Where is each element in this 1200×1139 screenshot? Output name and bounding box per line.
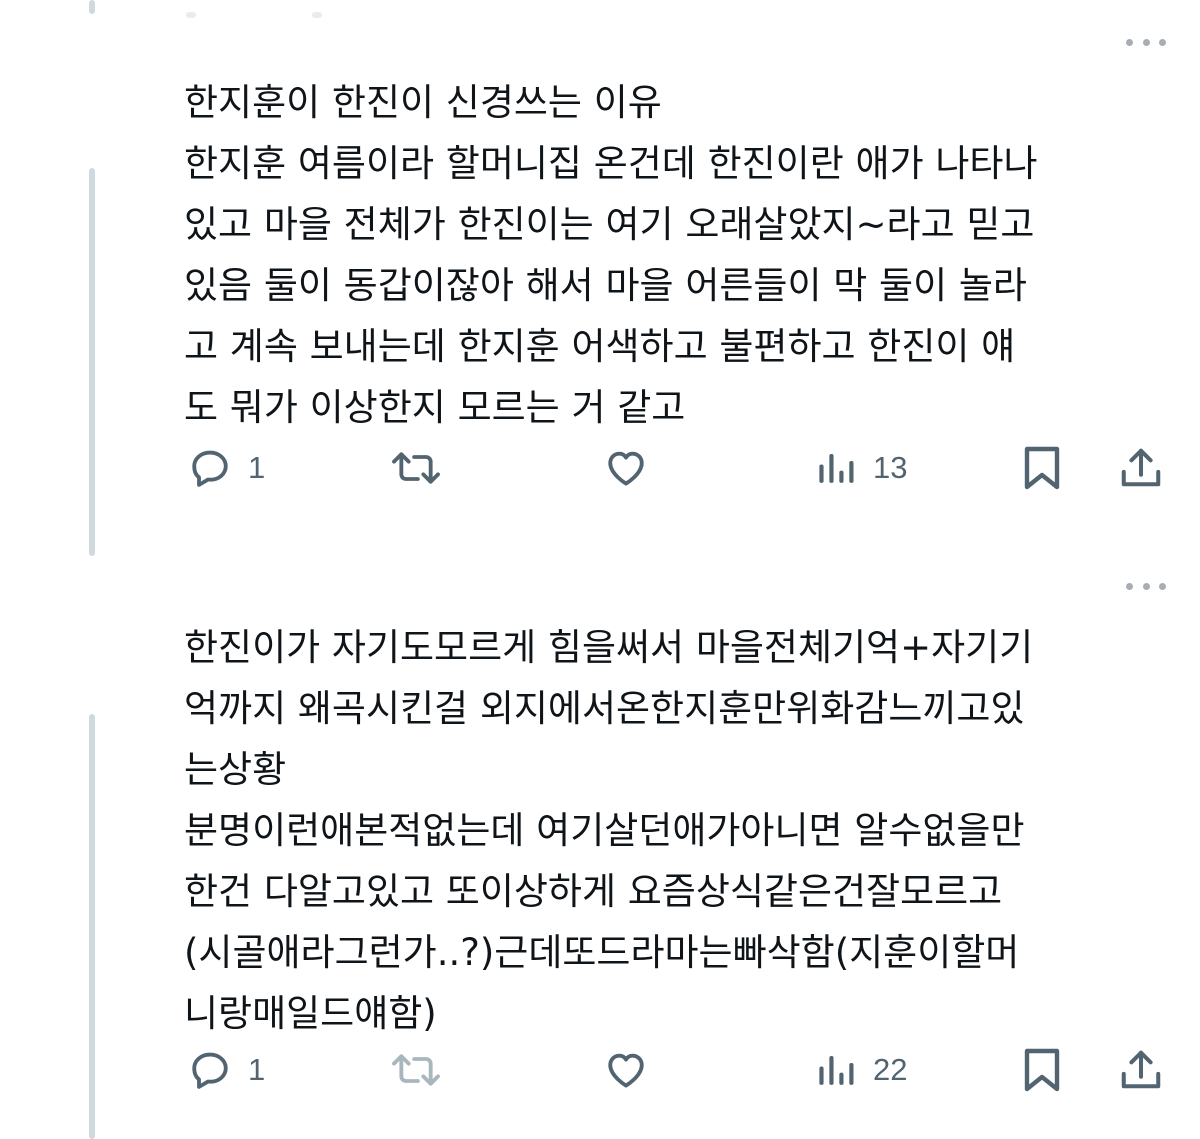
- retweet-icon: [392, 452, 440, 484]
- more-icon-dot: [1159, 582, 1166, 590]
- views-button[interactable]: 22: [815, 1040, 907, 1100]
- share-icon: [1121, 1050, 1161, 1089]
- bookmark-button[interactable]: [1022, 438, 1062, 498]
- reply-count: 1: [248, 1052, 266, 1087]
- bookmark-button[interactable]: [1022, 1040, 1062, 1100]
- like-button[interactable]: [603, 1040, 665, 1100]
- like-button[interactable]: [603, 438, 665, 498]
- more-icon-dot: [1142, 582, 1150, 590]
- more-icon: [1126, 582, 1133, 590]
- faint-mark: [312, 12, 322, 18]
- view-count: 13: [873, 450, 908, 485]
- share-button[interactable]: [1118, 1040, 1164, 1100]
- view-count: 22: [873, 1052, 908, 1087]
- views-icon: [819, 1056, 854, 1085]
- more-icon-dot: [1159, 38, 1166, 46]
- more-icon-dot: [1142, 38, 1150, 46]
- reply-count: 1: [248, 450, 266, 485]
- more-options-button[interactable]: [1126, 579, 1166, 593]
- tweet-text: 한지훈이 한진이 신경쓰는 이유 한지훈 여름이라 할머니집 온건데 한진이란 …: [184, 81, 1038, 429]
- tweet-text: 한진이가 자기도모르게 힘을써서 마을전체기억+자기기 억까지 왜곡시킨걸 외지…: [184, 626, 1034, 1035]
- reply-button[interactable]: 1: [188, 438, 265, 498]
- views-button[interactable]: 13: [815, 438, 907, 498]
- retweet-icon: [392, 1054, 440, 1086]
- thread-line-top: [89, 0, 95, 14]
- like-icon: [608, 451, 644, 486]
- reply-icon: [192, 1052, 228, 1089]
- bookmark-icon: [1024, 1048, 1060, 1092]
- retweet-button[interactable]: [388, 438, 460, 498]
- share-icon: [1121, 448, 1161, 487]
- share-button[interactable]: [1118, 438, 1164, 498]
- reply-button[interactable]: 1: [188, 1040, 265, 1100]
- more-icon: [1126, 38, 1133, 46]
- more-options-button[interactable]: [1126, 35, 1166, 49]
- bookmark-icon: [1024, 446, 1060, 490]
- like-icon: [608, 1053, 644, 1088]
- tweet-actions: 1 22: [0, 1040, 1200, 1100]
- reply-icon: [192, 450, 228, 487]
- views-icon: [819, 454, 854, 483]
- faint-mark: [186, 12, 196, 18]
- tweet-actions: 1 13: [0, 438, 1200, 498]
- retweet-button[interactable]: [388, 1040, 460, 1100]
